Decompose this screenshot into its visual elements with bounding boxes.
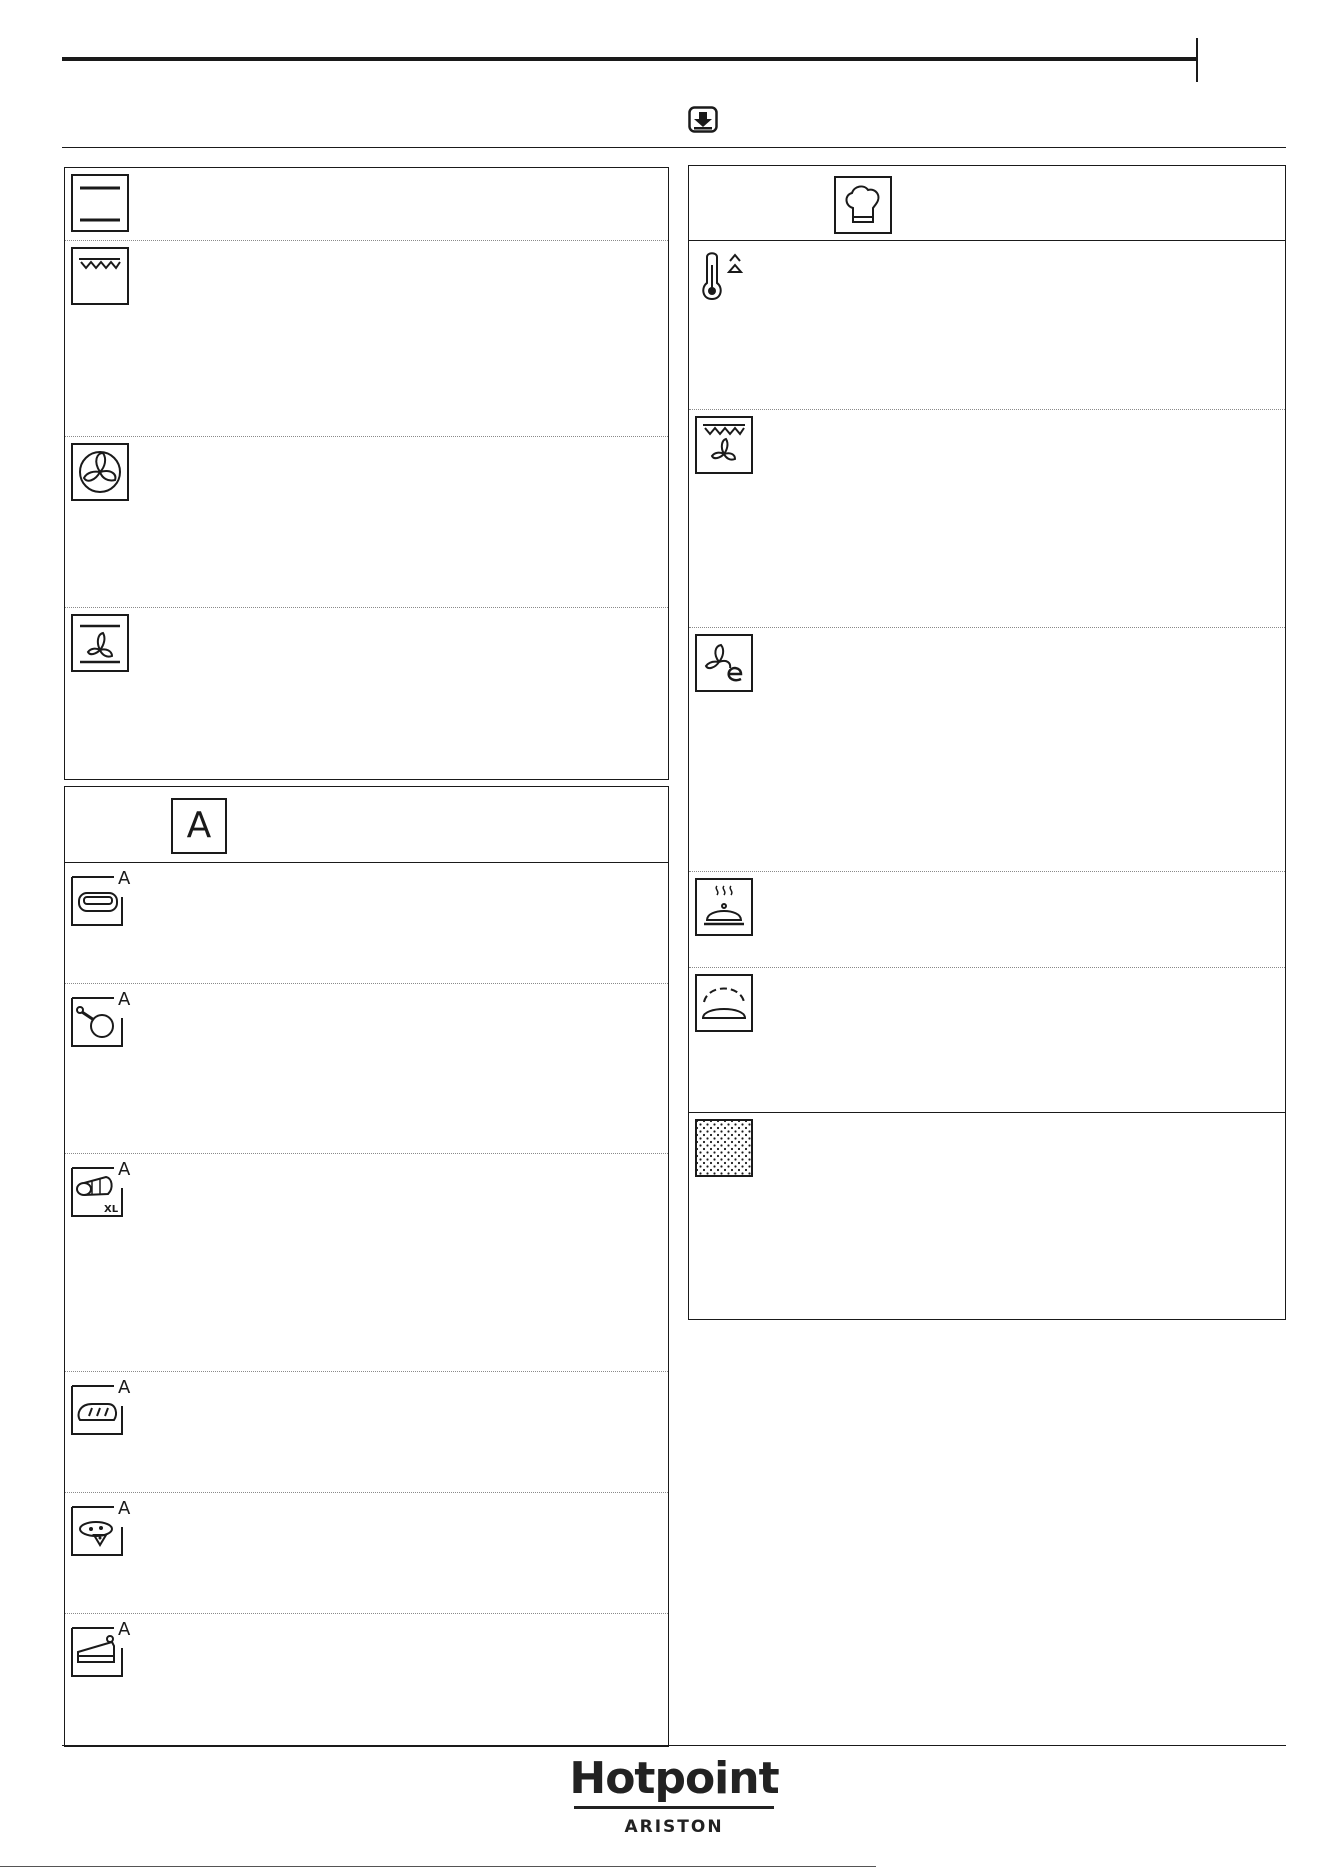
list-item	[689, 409, 1285, 628]
auto-badge: A	[118, 1619, 131, 1640]
bottom-rule	[0, 1866, 876, 1867]
list-item	[65, 240, 668, 437]
logo-underline	[574, 1806, 774, 1809]
logo-subtext: ARISTON	[624, 1817, 724, 1837]
auto-mode-label: A	[186, 805, 212, 846]
auto-badge: A	[118, 989, 131, 1010]
turbo-grill-icon	[695, 416, 753, 474]
grill-icon	[71, 247, 129, 305]
auto-lasagna-icon: A	[70, 867, 132, 927]
panel-header: A	[65, 787, 668, 862]
logo-wordmark: Hotpoint	[569, 1753, 779, 1804]
header-rule	[62, 147, 1286, 148]
auto-badge: A	[118, 1377, 131, 1398]
keep-warm-icon	[695, 878, 753, 936]
auto-cake-icon: A	[70, 1618, 132, 1678]
fast-preheat-icon	[695, 247, 753, 305]
xl-label: XL	[104, 1204, 119, 1215]
list-item: A	[65, 1613, 668, 1749]
hotpoint-ariston-logo: Hotpoint ARISTON	[566, 1745, 782, 1845]
top-tick	[1196, 38, 1198, 82]
list-item	[689, 967, 1285, 1113]
panel-traditional	[64, 167, 669, 780]
auto-badge: A	[118, 868, 131, 889]
list-item	[689, 1112, 1285, 1322]
panel-special	[688, 165, 1286, 1320]
list-item	[689, 627, 1285, 872]
list-item: A	[65, 862, 668, 984]
panel-auto: A A A A XL A A A	[64, 786, 669, 1747]
forced-air-fan-icon	[71, 443, 129, 501]
auto-badge: A	[118, 1159, 131, 1180]
list-item	[65, 168, 668, 240]
list-item	[689, 871, 1285, 968]
list-item: A	[65, 983, 668, 1154]
auto-roast-xl-icon: A XL	[70, 1158, 132, 1218]
auto-mode-icon: A	[171, 798, 227, 854]
auto-bread-icon: A	[70, 1376, 132, 1436]
bottom-heating-fan-icon	[71, 614, 129, 672]
pyrolytic-clean-icon	[695, 1119, 753, 1177]
chef-hat-icon	[834, 176, 892, 239]
rising-dough-icon	[695, 974, 753, 1032]
list-item: A	[65, 1492, 668, 1614]
list-item: A XL	[65, 1153, 668, 1372]
auto-pizza-icon: A	[70, 1497, 132, 1557]
eco-forced-air-icon	[695, 634, 753, 692]
list-item	[689, 240, 1285, 410]
top-rule	[62, 57, 1198, 61]
list-item: A	[65, 1371, 668, 1493]
list-item	[65, 607, 668, 782]
top-bottom-heating-icon	[71, 174, 129, 232]
save-download-icon	[688, 106, 718, 134]
list-item	[65, 436, 668, 608]
panel-header	[689, 166, 1285, 240]
auto-chicken-icon: A	[70, 988, 132, 1048]
auto-badge: A	[118, 1498, 131, 1519]
